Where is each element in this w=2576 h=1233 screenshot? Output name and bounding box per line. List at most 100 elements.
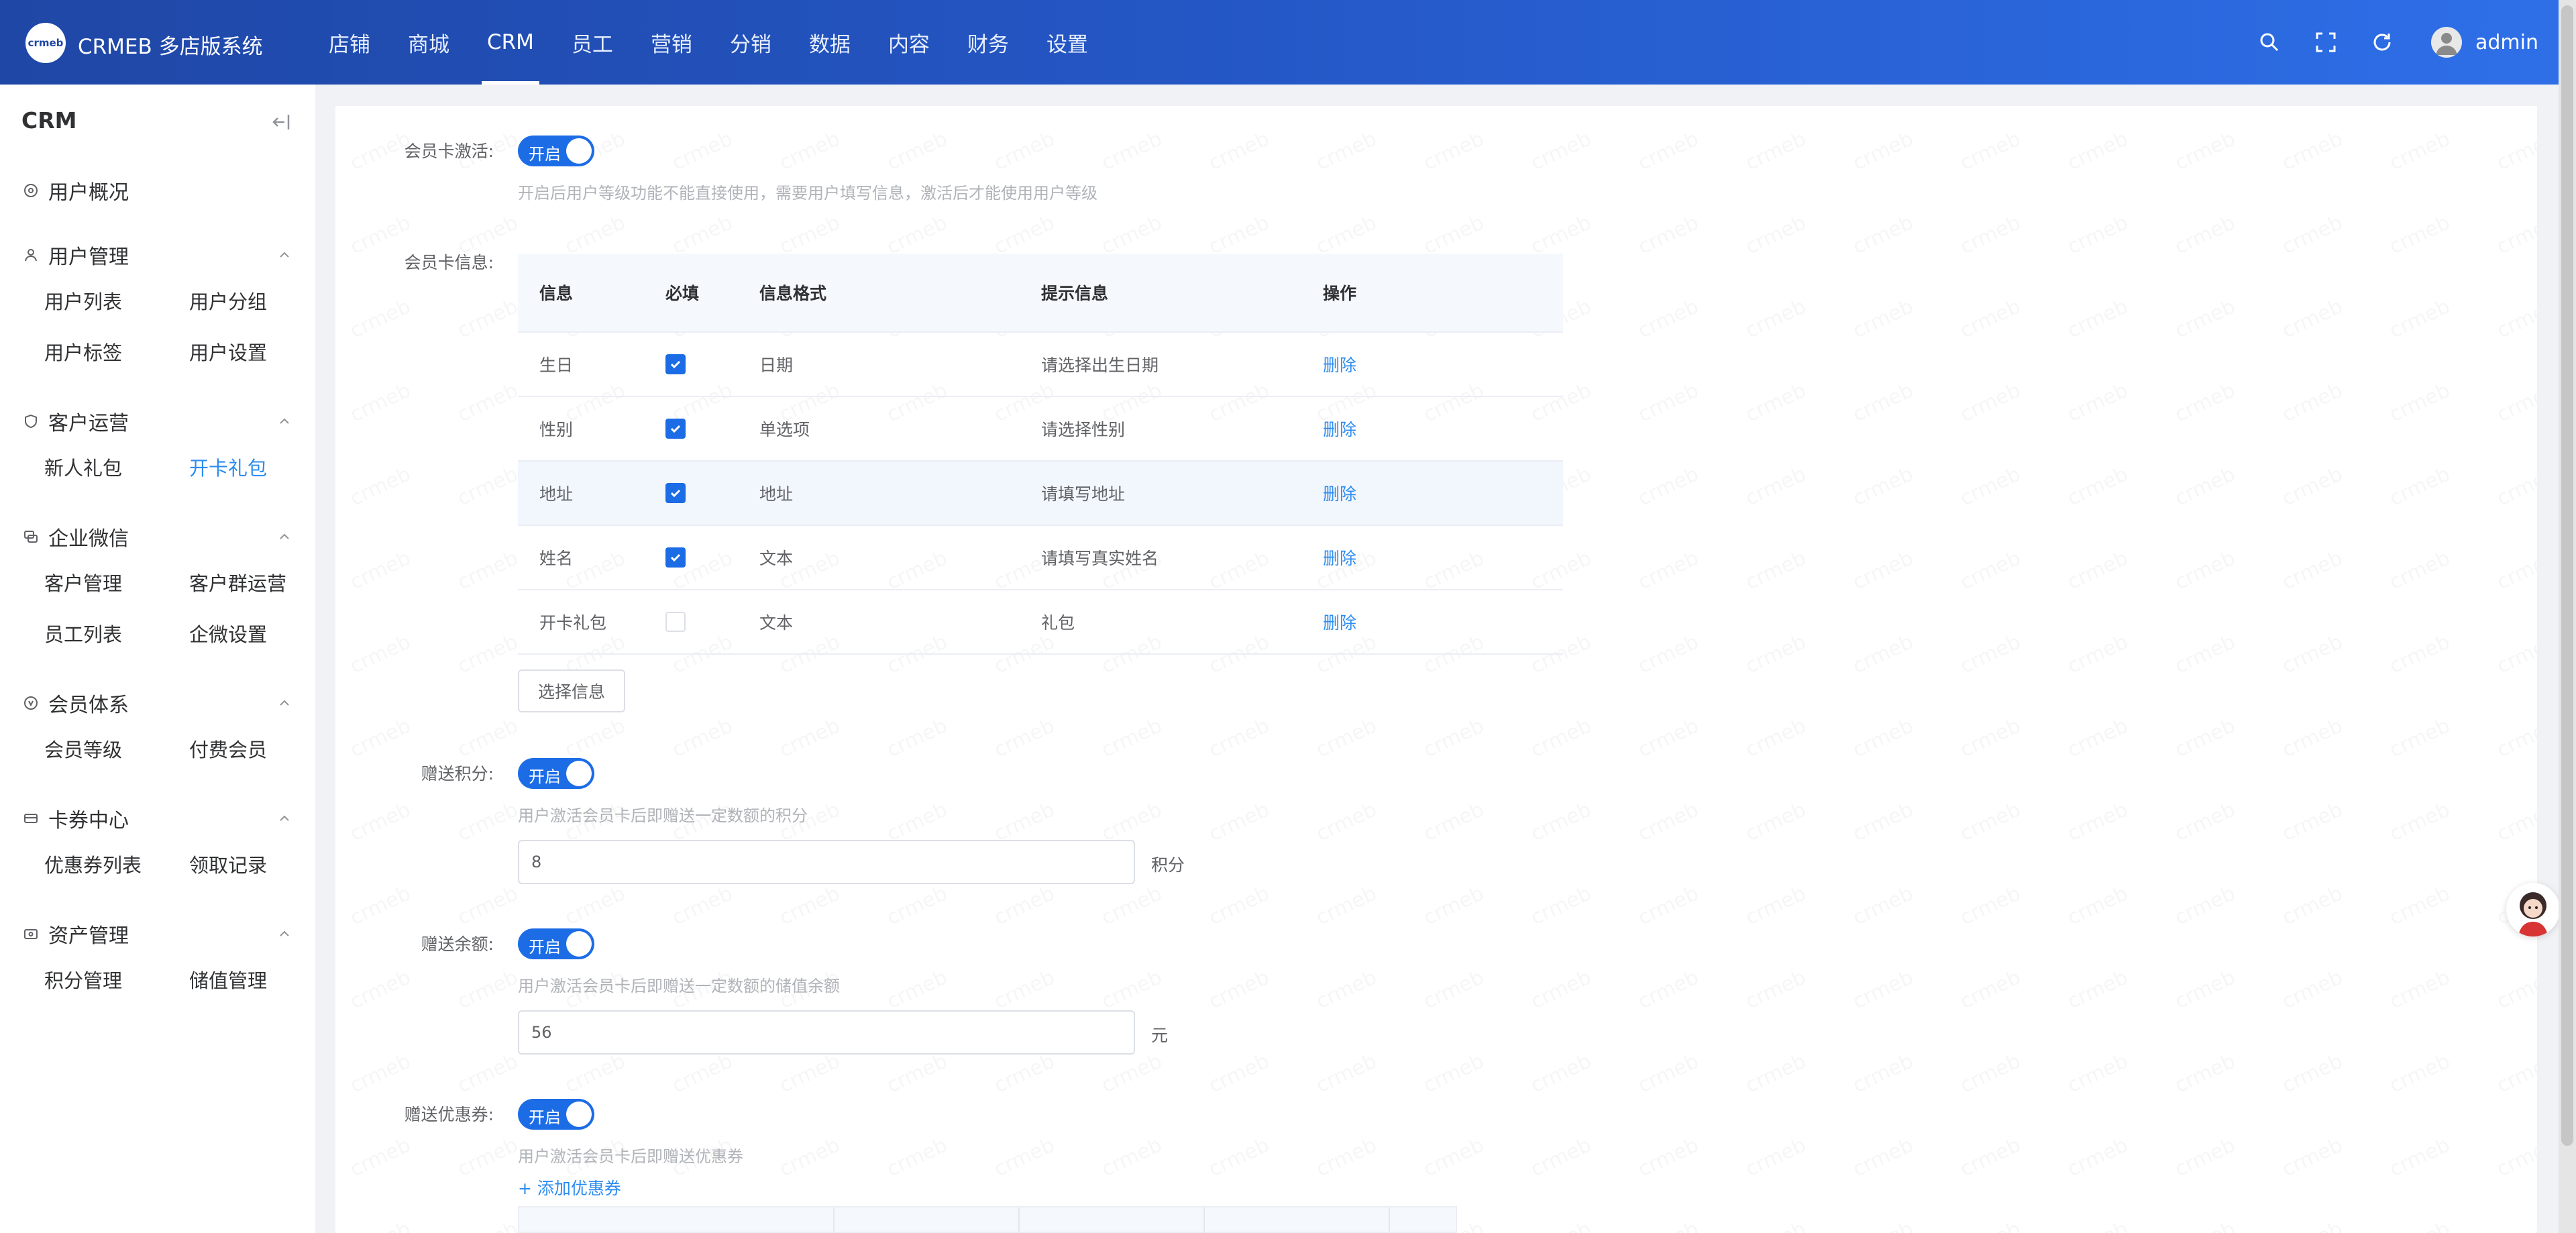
- sidebar-item-customer-mgmt[interactable]: 客户管理: [44, 557, 189, 608]
- nav-shop[interactable]: 店铺: [310, 0, 389, 85]
- menu-head-overview[interactable]: 用户概况: [0, 170, 315, 211]
- sidebar-item-user-list[interactable]: 用户列表: [44, 275, 189, 326]
- add-coupon-link[interactable]: + 添加优惠券: [518, 1175, 621, 1199]
- sidebar-item-newcomer-gift[interactable]: 新人礼包: [44, 441, 189, 492]
- delete-link[interactable]: 删除: [1323, 549, 1356, 568]
- check-icon: [670, 553, 681, 562]
- assistant-avatar[interactable]: [2506, 883, 2560, 936]
- menu-head-label: 企业微信: [48, 527, 129, 551]
- nav-content[interactable]: 内容: [869, 0, 949, 85]
- crmeb-logo[interactable]: crmeb: [25, 23, 66, 63]
- main-content: crmeb 会员卡激活: 开启 开启后用户等级功能不能直接使用，需要用户填写信息…: [335, 106, 2537, 1233]
- points-input-value: 8: [531, 853, 542, 871]
- menu-head-wecom[interactable]: 企业微信: [0, 517, 315, 557]
- table-row: 性别 单选项 请选择性别 删除: [518, 397, 1563, 462]
- balance-input-value: 56: [531, 1023, 552, 1042]
- menu-head-users[interactable]: 用户管理: [0, 235, 315, 275]
- sidebar-item-coupon-list[interactable]: 优惠券列表: [44, 839, 189, 890]
- coupon-switch[interactable]: 开启: [518, 1099, 594, 1130]
- menu-group-assets: 资产管理 积分管理 储值管理: [0, 914, 315, 1005]
- required-checkbox[interactable]: [665, 419, 686, 439]
- delete-link[interactable]: 删除: [1323, 613, 1356, 633]
- wallet-icon: [24, 929, 38, 939]
- menu-head-assets[interactable]: 资产管理: [0, 914, 315, 954]
- coupon-label: 赠送优惠券:: [404, 1105, 494, 1124]
- cell-format: 日期: [759, 356, 794, 375]
- points-input[interactable]: 8: [518, 840, 1135, 884]
- select-info-button[interactable]: 选择信息: [518, 669, 625, 712]
- menu-group-operations: 客户运营 新人礼包 开卡礼包: [0, 401, 315, 492]
- sidebar-item-staff-list[interactable]: 员工列表: [44, 608, 189, 659]
- chevron-up-icon[interactable]: [276, 413, 292, 429]
- cell-format: 地址: [759, 484, 794, 504]
- table-row: 开卡礼包 文本 礼包 删除: [518, 590, 1563, 655]
- chevron-up-icon[interactable]: [276, 695, 292, 711]
- sidebar-item-points-mgmt[interactable]: 积分管理: [44, 954, 189, 1005]
- menu-head-coupons[interactable]: 卡券中心: [0, 798, 315, 839]
- cell-format: 文本: [759, 549, 794, 568]
- col-format: 信息格式: [759, 284, 827, 303]
- points-label: 赠送积分:: [421, 764, 494, 784]
- cell-required: [665, 547, 759, 568]
- scrollbar-thumb[interactable]: [2561, 5, 2573, 1146]
- nav-mall[interactable]: 商城: [389, 0, 468, 85]
- nav-data[interactable]: 数据: [790, 0, 869, 85]
- balance-switch[interactable]: 开启: [518, 928, 594, 959]
- points-switch[interactable]: 开启: [518, 758, 594, 789]
- card-info-table: 信息 必填 信息格式 提示信息 操作 生日 日期 请选择出生日期 删除 性别 单…: [518, 254, 1563, 655]
- check-icon: [670, 360, 681, 369]
- menu-head-membership[interactable]: 会员体系: [0, 683, 315, 723]
- activate-label: 会员卡激活:: [404, 142, 494, 161]
- sidebar-item-user-group[interactable]: 用户分组: [189, 275, 334, 326]
- menu-head-label: 用户管理: [48, 246, 129, 269]
- nav-marketing[interactable]: 营销: [632, 0, 711, 85]
- chevron-up-icon[interactable]: [276, 810, 292, 826]
- nav-settings[interactable]: 设置: [1028, 0, 1107, 85]
- avatar[interactable]: [2431, 27, 2462, 58]
- logo-text: crmeb: [28, 37, 64, 49]
- chevron-up-icon[interactable]: [276, 926, 292, 942]
- sidebar-item-user-settings[interactable]: 用户设置: [189, 326, 334, 377]
- cell-required: [665, 354, 759, 374]
- chevron-up-icon[interactable]: [276, 529, 292, 545]
- delete-link[interactable]: 删除: [1323, 420, 1356, 439]
- required-checkbox[interactable]: [665, 354, 686, 374]
- nav-distribution[interactable]: 分销: [711, 0, 790, 85]
- nav-finance[interactable]: 财务: [949, 0, 1028, 85]
- required-checkbox[interactable]: [665, 483, 686, 503]
- sidebar-item-paid-member[interactable]: 付费会员: [189, 723, 334, 774]
- fullscreen-icon[interactable]: [2309, 25, 2343, 59]
- username[interactable]: admin: [2475, 31, 2538, 54]
- col-action: 操作: [1323, 284, 1357, 303]
- nav-crm[interactable]: CRM: [468, 0, 553, 85]
- menu-head-operations[interactable]: 客户运营: [0, 401, 315, 441]
- page-scrollbar[interactable]: [2559, 0, 2576, 1233]
- sidebar-item-stored-value-mgmt[interactable]: 储值管理: [189, 954, 334, 1005]
- assistant-icon: [2518, 892, 2548, 936]
- sidebar-item-customer-group-ops[interactable]: 客户群运营: [189, 557, 334, 608]
- activate-switch[interactable]: 开启: [518, 136, 594, 166]
- refresh-icon[interactable]: [2365, 25, 2399, 59]
- cell-required: [665, 483, 759, 503]
- sidebar-item-member-level[interactable]: 会员等级: [44, 723, 189, 774]
- delete-link[interactable]: 删除: [1323, 484, 1356, 504]
- cell-tip: 礼包: [1041, 613, 1075, 633]
- switch-knob: [566, 138, 592, 164]
- collapse-sidebar-icon[interactable]: [270, 111, 291, 133]
- search-icon[interactable]: [2253, 25, 2286, 59]
- chevron-up-icon[interactable]: [276, 247, 292, 263]
- menu-head-label: 资产管理: [48, 924, 129, 948]
- required-checkbox[interactable]: [665, 547, 686, 568]
- cell-info: 生日: [539, 356, 574, 375]
- member-icon: [24, 696, 38, 710]
- activate-hint: 开启后用户等级功能不能直接使用，需要用户填写信息，激活后才能使用用户等级: [518, 184, 1097, 203]
- switch-text: 开启: [529, 938, 561, 957]
- balance-input[interactable]: 56: [518, 1010, 1135, 1055]
- delete-link[interactable]: 删除: [1323, 356, 1356, 375]
- nav-staff[interactable]: 员工: [553, 0, 632, 85]
- sidebar-item-user-tag[interactable]: 用户标签: [44, 326, 189, 377]
- sidebar-item-card-gift[interactable]: 开卡礼包: [189, 441, 334, 492]
- required-checkbox[interactable]: [665, 612, 686, 632]
- sidebar-item-wecom-settings[interactable]: 企微设置: [189, 608, 334, 659]
- sidebar-item-claim-records[interactable]: 领取记录: [189, 839, 334, 890]
